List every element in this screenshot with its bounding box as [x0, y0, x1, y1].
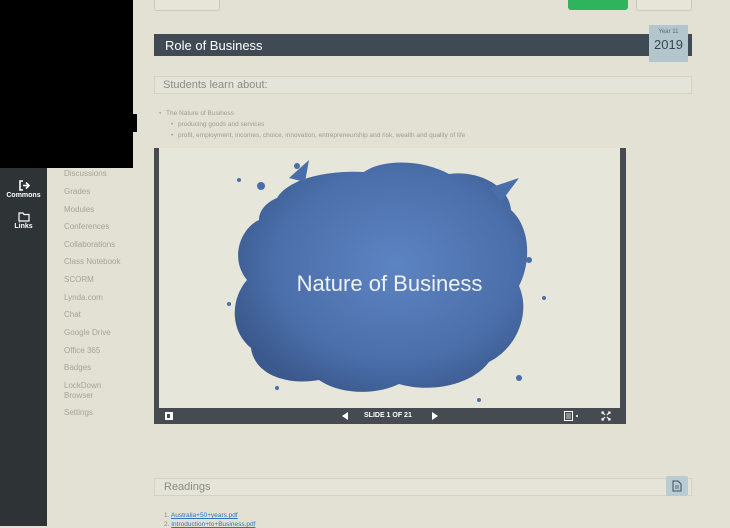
commons-icon: [18, 180, 30, 191]
redacted-area: [0, 0, 133, 168]
office-logo-icon[interactable]: [164, 411, 174, 421]
notes-icon[interactable]: [564, 411, 580, 421]
page-title: Role of Business: [165, 38, 263, 53]
reading-link[interactable]: Introduction+to+Business.pdf: [171, 521, 255, 528]
nav-commons[interactable]: Commons: [0, 180, 47, 199]
year-badge: Year 11 2019: [649, 25, 688, 62]
course-nav-item[interactable]: Settings: [64, 408, 93, 418]
course-nav-item[interactable]: Class Notebook: [64, 257, 120, 267]
reading-number: 2.: [164, 521, 170, 528]
slide-toolbar: SLIDE 1 OF 21: [154, 408, 626, 424]
slide-canvas[interactable]: Nature of Business: [159, 148, 620, 408]
course-nav-item[interactable]: LockDown Browser: [64, 381, 124, 401]
options-button[interactable]: [636, 0, 692, 11]
course-nav-item[interactable]: Collaborations: [64, 240, 115, 250]
learn-section-heading: Students learn about:: [163, 79, 268, 91]
course-nav-item[interactable]: Office 365: [64, 346, 100, 356]
learn-outline: The Nature of Business producing goods a…: [159, 108, 465, 141]
slide-counter: SLIDE 1 OF 21: [364, 412, 412, 419]
course-nav-item[interactable]: Grades: [64, 187, 90, 197]
next-slide-icon[interactable]: [432, 412, 439, 420]
course-nav-item[interactable]: SCORM: [64, 275, 94, 285]
fullscreen-icon[interactable]: [601, 411, 611, 421]
redacted-area-notch: [133, 114, 137, 132]
year-badge-value: 2019: [654, 37, 683, 52]
course-nav-item[interactable]: Badges: [64, 363, 91, 373]
top-left-button[interactable]: [154, 0, 220, 11]
course-nav-item[interactable]: Chat: [64, 310, 81, 320]
course-nav-item[interactable]: Conferences: [64, 222, 109, 232]
readings-button[interactable]: [666, 476, 688, 496]
outline-item: The Nature of Business: [159, 108, 465, 119]
prev-slide-icon[interactable]: [342, 412, 349, 420]
outline-item: profit, employment, incomes, choice, inn…: [166, 130, 465, 141]
slide-title: Nature of Business: [296, 271, 483, 296]
reading-item: 1. Australia+50+years.pdf: [164, 512, 238, 519]
publish-button[interactable]: [568, 0, 628, 10]
course-nav-item[interactable]: Modules: [64, 205, 94, 215]
nav-links[interactable]: Links: [0, 212, 47, 230]
course-nav-item[interactable]: Discussions: [64, 169, 107, 179]
reading-link[interactable]: Australia+50+years.pdf: [171, 512, 238, 519]
outline-item: producing goods and services: [166, 119, 465, 130]
folder-icon: [17, 212, 30, 222]
readings-heading: Readings: [164, 481, 211, 493]
document-icon: [672, 480, 682, 492]
reading-item: 2. Introduction+to+Business.pdf: [164, 521, 255, 528]
readings-header: [154, 478, 692, 496]
nav-links-label: Links: [14, 223, 33, 230]
course-nav-item[interactable]: Lynda.com: [64, 293, 103, 303]
year-badge-label: Year 11: [658, 29, 679, 35]
nav-commons-label: Commons: [6, 192, 41, 199]
reading-number: 1.: [164, 512, 170, 519]
course-nav-item[interactable]: Google Drive: [64, 328, 111, 338]
